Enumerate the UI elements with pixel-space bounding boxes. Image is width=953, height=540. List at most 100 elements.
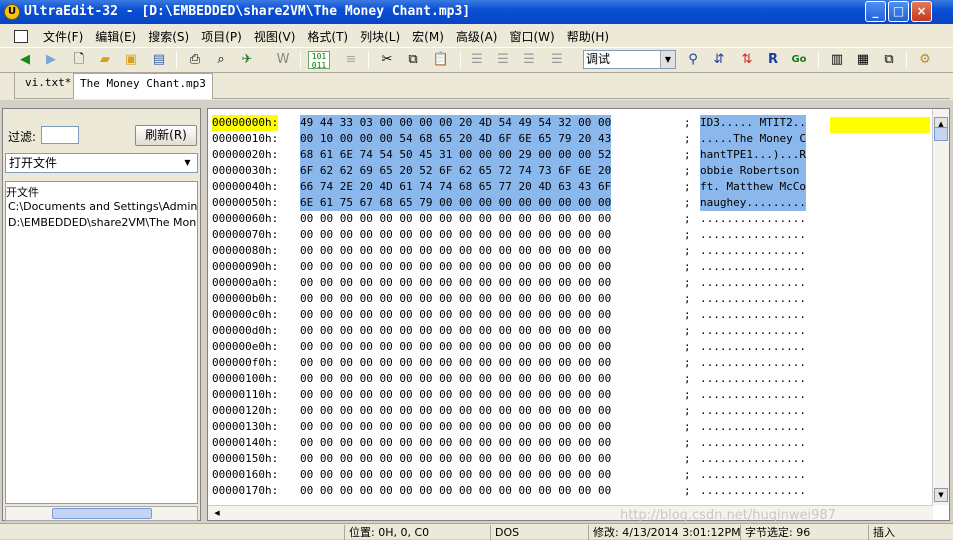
back-arrow-icon[interactable]: ◀: [16, 51, 34, 69]
hex-row[interactable]: 00000000h: 49 44 33 03 00 00 00 00 20 4D …: [208, 115, 930, 131]
list-item[interactable]: C:\Documents and Settings\Administrator: [8, 200, 197, 213]
hex-row[interactable]: 00000100h: 00 00 00 00 00 00 00 00 00 00 …: [208, 371, 930, 387]
window-2-icon[interactable]: ▦: [854, 51, 872, 69]
hex-ascii[interactable]: ................: [700, 243, 806, 259]
hex-ascii[interactable]: ................: [700, 291, 806, 307]
hex-row[interactable]: 00000160h: 00 00 00 00 00 00 00 00 00 00 …: [208, 467, 930, 483]
hex-bytes[interactable]: 6F 62 62 69 65 20 52 6F 62 65 72 74 73 6…: [300, 163, 612, 179]
open-files-combo[interactable]: 打开文件 ▼: [5, 153, 198, 173]
word-wrap-icon[interactable]: W: [274, 51, 292, 69]
hex-bytes[interactable]: 00 00 00 00 00 00 00 00 00 00 00 00 00 0…: [300, 275, 611, 291]
app-icon[interactable]: U: [4, 4, 20, 20]
hex-bytes[interactable]: 00 00 00 00 00 00 00 00 00 00 00 00 00 0…: [300, 467, 611, 483]
list-item[interactable]: D:\EMBEDDED\share2VM\The Money Ch: [8, 216, 197, 229]
hex-ascii[interactable]: ................: [700, 451, 806, 467]
hex-row[interactable]: 000000f0h: 00 00 00 00 00 00 00 00 00 00 …: [208, 355, 930, 371]
align-left-icon[interactable]: ☰: [468, 51, 486, 69]
justify-icon[interactable]: ☰: [548, 51, 566, 69]
goto-icon[interactable]: Go: [790, 51, 808, 69]
hex-ascii[interactable]: ................: [700, 307, 806, 323]
align-center-icon[interactable]: ☰: [494, 51, 512, 69]
menu-item[interactable]: 帮助(H): [561, 28, 615, 46]
hex-ascii[interactable]: ft. Matthew McCo: [700, 179, 806, 195]
hex-ascii[interactable]: ................: [700, 419, 806, 435]
hex-bytes[interactable]: 00 00 00 00 00 00 00 00 00 00 00 00 00 0…: [300, 451, 611, 467]
menu-item[interactable]: 视图(V): [248, 28, 302, 46]
hex-bytes[interactable]: 00 00 00 00 00 00 00 00 00 00 00 00 00 0…: [300, 403, 611, 419]
scrollbar-thumb[interactable]: [52, 508, 152, 519]
document-icon[interactable]: [8, 28, 37, 46]
menu-item[interactable]: 文件(F): [37, 28, 89, 46]
hex-row[interactable]: 00000170h: 00 00 00 00 00 00 00 00 00 00 …: [208, 483, 930, 499]
hex-ascii[interactable]: ................: [700, 483, 806, 499]
hex-row[interactable]: 00000140h: 00 00 00 00 00 00 00 00 00 00 …: [208, 435, 930, 451]
hex-bytes[interactable]: 00 00 00 00 00 00 00 00 00 00 00 00 00 0…: [300, 387, 611, 403]
settings-icon[interactable]: ⚙: [916, 51, 934, 69]
hex-row[interactable]: 00000050h: 6E 61 75 67 68 65 79 00 00 00 …: [208, 195, 930, 211]
hex-ascii[interactable]: ................: [700, 211, 806, 227]
maximize-button[interactable]: □: [888, 1, 909, 22]
scroll-down-icon[interactable]: ▼: [934, 488, 948, 502]
hex-bytes[interactable]: 00 00 00 00 00 00 00 00 00 00 00 00 00 0…: [300, 419, 611, 435]
hex-bytes[interactable]: 49 44 33 03 00 00 00 00 20 4D 54 49 54 3…: [300, 115, 612, 131]
hex-ascii[interactable]: ................: [700, 227, 806, 243]
hex-ascii[interactable]: ................: [700, 387, 806, 403]
cut-icon[interactable]: ✂: [378, 51, 396, 69]
copy-icon[interactable]: ⧉: [404, 51, 422, 69]
save-icon[interactable]: ▤: [150, 51, 168, 69]
hex-ascii[interactable]: obbie Robertson: [700, 163, 806, 179]
hex-row[interactable]: 00000040h: 66 74 2E 20 4D 61 74 74 68 65 …: [208, 179, 930, 195]
hex-bytes[interactable]: 66 74 2E 20 4D 61 74 74 68 65 77 20 4D 6…: [300, 179, 612, 195]
hex-ascii[interactable]: ................: [700, 259, 806, 275]
menu-item[interactable]: 宏(M): [406, 28, 450, 46]
hex-row[interactable]: 00000150h: 00 00 00 00 00 00 00 00 00 00 …: [208, 451, 930, 467]
hex-row[interactable]: 00000110h: 00 00 00 00 00 00 00 00 00 00 …: [208, 387, 930, 403]
hex-bytes[interactable]: 00 00 00 00 00 00 00 00 00 00 00 00 00 0…: [300, 435, 611, 451]
hex-bytes[interactable]: 00 00 00 00 00 00 00 00 00 00 00 00 00 0…: [300, 227, 611, 243]
chevron-down-icon[interactable]: ▼: [180, 155, 195, 171]
hex-row[interactable]: 000000e0h: 00 00 00 00 00 00 00 00 00 00 …: [208, 339, 930, 355]
hex-bytes[interactable]: 00 10 00 00 00 54 68 65 20 4D 6F 6E 65 7…: [300, 131, 612, 147]
hex-ascii[interactable]: ................: [700, 371, 806, 387]
chevron-down-icon[interactable]: ▼: [660, 51, 675, 68]
print-icon[interactable]: ⎙: [186, 51, 204, 69]
close-button[interactable]: ×: [911, 1, 932, 22]
hex-ascii[interactable]: ................: [700, 355, 806, 371]
hex-ascii[interactable]: ................: [700, 275, 806, 291]
list-item[interactable]: 开文件: [6, 184, 39, 200]
refresh-button[interactable]: 刷新(R): [135, 125, 197, 146]
menu-item[interactable]: 搜索(S): [142, 28, 195, 46]
filter-input[interactable]: [41, 126, 79, 144]
forward-arrow-icon[interactable]: ▶: [42, 51, 60, 69]
hex-row[interactable]: 00000010h: 00 10 00 00 00 54 68 65 20 4D …: [208, 131, 930, 147]
hex-row[interactable]: 00000130h: 00 00 00 00 00 00 00 00 00 00 …: [208, 419, 930, 435]
tab-vi-txt[interactable]: vi.txt*: [19, 73, 77, 97]
replace-icon[interactable]: R: [764, 51, 782, 69]
horizontal-scrollbar[interactable]: [5, 506, 198, 521]
hex-ascii[interactable]: hantTPE1...)...R: [700, 147, 806, 163]
menu-item[interactable]: 格式(T): [301, 28, 354, 46]
open-folder-icon[interactable]: ▣: [122, 51, 140, 69]
hex-ascii[interactable]: ID3..... MTIT2..: [700, 115, 806, 131]
scroll-left-icon[interactable]: ◀: [210, 507, 224, 520]
scrollbar-thumb[interactable]: [934, 127, 948, 141]
menu-item[interactable]: 列块(L): [354, 28, 406, 46]
hex-bytes[interactable]: 00 00 00 00 00 00 00 00 00 00 00 00 00 0…: [300, 243, 611, 259]
hex-bytes[interactable]: 00 00 00 00 00 00 00 00 00 00 00 00 00 0…: [300, 483, 611, 499]
paste-icon[interactable]: 📋: [432, 51, 450, 69]
hex-row[interactable]: 000000c0h: 00 00 00 00 00 00 00 00 00 00 …: [208, 307, 930, 323]
find-next-icon[interactable]: ⇵: [710, 51, 728, 69]
hex-ascii[interactable]: naughey.........: [700, 195, 806, 211]
hex-bytes[interactable]: 00 00 00 00 00 00 00 00 00 00 00 00 00 0…: [300, 371, 611, 387]
hex-row[interactable]: 000000a0h: 00 00 00 00 00 00 00 00 00 00 …: [208, 275, 930, 291]
hex-row[interactable]: 00000090h: 00 00 00 00 00 00 00 00 00 00 …: [208, 259, 930, 275]
tab-money-chant[interactable]: The Money Chant.mp3: [73, 73, 213, 99]
hex-bytes[interactable]: 6E 61 75 67 68 65 79 00 00 00 00 00 00 0…: [300, 195, 612, 211]
hex-bytes[interactable]: 00 00 00 00 00 00 00 00 00 00 00 00 00 0…: [300, 211, 611, 227]
find-prev-icon[interactable]: ⇅: [738, 51, 756, 69]
hex-row[interactable]: 00000080h: 00 00 00 00 00 00 00 00 00 00 …: [208, 243, 930, 259]
hex-ascii[interactable]: ................: [700, 467, 806, 483]
menu-item[interactable]: 高级(A): [450, 28, 504, 46]
hex-ascii[interactable]: .....The Money C: [700, 131, 806, 147]
paragraph-icon[interactable]: ≡: [342, 51, 360, 69]
